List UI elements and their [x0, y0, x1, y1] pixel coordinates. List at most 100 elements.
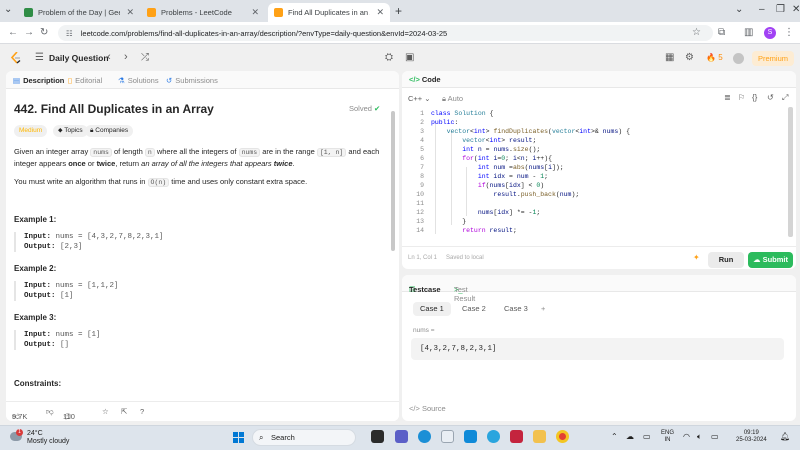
close-tab-icon[interactable]: ✕ [126, 7, 134, 18]
streak-count: 5 [718, 53, 723, 62]
mcafee-icon[interactable] [510, 430, 523, 443]
dislike-icon[interactable]: 👎︎ [46, 407, 54, 417]
close-window-icon[interactable]: ✕ [792, 4, 800, 15]
add-case-button[interactable]: + [534, 302, 552, 316]
browser-tab-find-duplicates[interactable]: Find All Duplicates in an Array ✕ [268, 3, 390, 22]
user-avatar[interactable] [733, 53, 744, 64]
new-tab-button[interactable]: + [395, 4, 402, 18]
next-question-icon[interactable]: › [124, 51, 128, 63]
fullscreen-icon[interactable]: ⤢ [782, 93, 788, 103]
format-icon[interactable]: ≣ [724, 93, 731, 102]
weather-condition: Mostly cloudy [27, 438, 70, 445]
case-1-tab[interactable]: Case 1 [413, 302, 451, 316]
share-icon[interactable]: ⇱ [121, 407, 127, 416]
description-scrollbar[interactable] [391, 111, 395, 251]
leetcode-logo-icon[interactable] [11, 52, 21, 64]
submit-button[interactable]: ☁ Submit [748, 252, 793, 268]
tab-title: Problem of the Day | GeeksforG [38, 8, 121, 17]
forward-icon[interactable]: → [24, 27, 34, 38]
help-icon[interactable]: ? [140, 407, 144, 416]
taskbar-search[interactable]: ⌕ Search [252, 429, 356, 446]
tab-description[interactable]: ▤ Description [13, 76, 64, 85]
debug-icon[interactable]: ⛭ [385, 52, 393, 63]
premium-button[interactable]: Premium [752, 51, 794, 66]
minimize-icon[interactable]: – [759, 4, 765, 15]
close-tab-icon[interactable]: ✕ [251, 7, 259, 18]
store-icon[interactable] [441, 430, 454, 443]
file-explorer-icon[interactable] [533, 430, 546, 443]
case-3-tab[interactable]: Case 3 [497, 302, 535, 316]
mail-icon[interactable] [464, 430, 477, 443]
volume-icon[interactable]: 🔈︎ [697, 432, 702, 442]
side-panel-icon[interactable]: ▥ [744, 27, 753, 38]
url-field[interactable]: ☷ leetcode.com/problems/find-all-duplica… [58, 25, 713, 41]
notification-bell-icon[interactable]: 🔔︎ [780, 432, 790, 441]
notes-icon[interactable]: ▣ [405, 52, 414, 63]
battery-icon[interactable]: ▭ [711, 432, 719, 441]
display-icon[interactable]: ▭ [643, 432, 651, 441]
profile-avatar[interactable]: S [764, 27, 776, 39]
maximize-icon[interactable]: ❐ [776, 4, 785, 15]
code-line: class Solution { [431, 110, 494, 117]
tab-label: Submissions [175, 76, 218, 85]
browser-menu-icon[interactable]: ⋮ [784, 27, 794, 38]
taskview-icon[interactable] [371, 430, 384, 443]
geeksforgeeks-favicon-icon [24, 8, 33, 17]
onedrive-icon[interactable]: ☁ [626, 432, 634, 441]
topics-chip[interactable]: ⬥ Topics [53, 125, 88, 137]
companies-chip[interactable]: 🔒︎ Companies [85, 125, 134, 137]
tab-submissions[interactable]: ↺ Submissions [166, 76, 218, 85]
leetcode-top-bar: ☰ Daily Question ‹ › ⤮ ⛭ ▣ ▦ ⚙ 🔥 5 [0, 45, 800, 71]
ai-sparkle-icon[interactable]: ✦ [693, 253, 700, 262]
browser-tab-geeksforgeeks[interactable]: Problem of the Day | GeeksforG ✕ [18, 3, 140, 22]
code-editor[interactable]: 1 2 3 4 5 6 7 8 9 10 11 12 13 14 class S… [402, 107, 786, 244]
site-info-icon[interactable]: ☷ [66, 29, 73, 38]
bookmark-icon[interactable]: ⚐ [738, 93, 745, 102]
case-2-tab[interactable]: Case 2 [455, 302, 493, 316]
tab-solutions[interactable]: ⚗ Solutions [118, 76, 159, 85]
description-paragraph-1: Given an integer array nums of length n … [14, 147, 380, 168]
prev-question-icon[interactable]: ‹ [107, 51, 111, 63]
run-button[interactable]: Run [708, 252, 744, 268]
language-indicator[interactable]: ENG IN [661, 430, 674, 444]
auto-mode-toggle[interactable]: 🔒︎ Auto [442, 94, 463, 104]
example-3-title: Example 3: [14, 313, 57, 322]
daily-question-label[interactable]: Daily Question [49, 53, 109, 63]
close-tab-icon[interactable]: ✕ [376, 7, 384, 18]
constraints-title: Constraints: [14, 379, 62, 388]
shuffle-icon[interactable]: ⤮ [141, 52, 149, 63]
problem-list-icon[interactable]: ☰ [35, 52, 44, 63]
windows-start-icon[interactable] [233, 432, 244, 443]
testcase-input-field[interactable]: [4,3,2,7,8,2,3,1] [411, 338, 784, 360]
tab-editorial[interactable]: ▯ Editorial [68, 76, 102, 85]
teams-icon[interactable] [395, 430, 408, 443]
reload-icon[interactable]: ↻ [40, 27, 48, 38]
edge-icon[interactable] [418, 430, 431, 443]
code-line: int num =abs(nums[i]); [477, 164, 564, 171]
source-link[interactable]: </> Source [402, 404, 796, 413]
extensions-icon[interactable]: ⧉ [718, 27, 725, 38]
question-title[interactable]: 442. Find All Duplicates in an Array [14, 102, 214, 116]
tab-list-icon[interactable]: ⌄ [735, 4, 743, 15]
code-line: int n = nums.size(); [462, 146, 541, 153]
code-panel-header: </> Code [402, 71, 796, 88]
back-icon[interactable]: ← [8, 27, 18, 38]
leetcode-favicon-icon [274, 8, 283, 17]
brackets-icon[interactable]: {} [752, 93, 757, 102]
settings-gear-icon[interactable]: ⚙ [685, 52, 694, 63]
editor-scrollbar[interactable] [788, 107, 793, 237]
browser-tab-problems[interactable]: Problems - LeetCode ✕ [141, 3, 265, 22]
chrome-icon[interactable] [556, 430, 569, 443]
layout-icon[interactable]: ▦ [665, 52, 674, 63]
tray-expand-icon[interactable]: ⌃ [611, 432, 618, 441]
tab-search-icon[interactable]: ⌄ [4, 4, 12, 15]
favorite-star-icon[interactable]: ☆ [102, 407, 109, 416]
streak-counter[interactable]: 🔥 5 [706, 53, 723, 62]
language-selector[interactable]: C++ ⌄ [408, 94, 431, 103]
settings-app-icon[interactable] [487, 430, 500, 443]
system-clock[interactable]: 09:19 25-03-2024 [736, 430, 767, 444]
bookmark-star-icon[interactable]: ☆ [692, 27, 701, 38]
difficulty-badge: Medium [14, 125, 48, 137]
wifi-icon[interactable]: ◠ [683, 432, 690, 441]
reset-icon[interactable]: ↺ [767, 93, 774, 102]
